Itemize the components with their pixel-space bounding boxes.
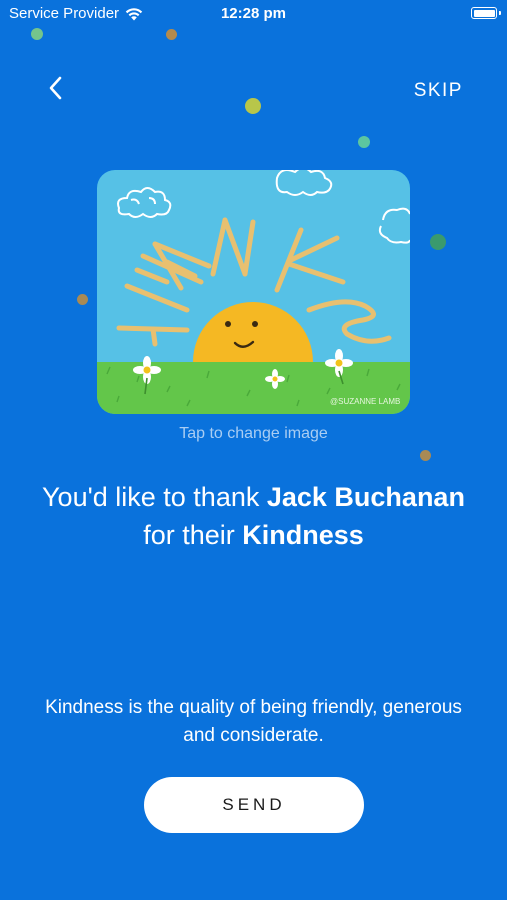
recipient-name: Jack Buchanan <box>266 482 465 512</box>
battery-icon <box>471 7 497 19</box>
confetti-dot <box>420 450 431 461</box>
back-button[interactable] <box>40 72 72 104</box>
confetti-dot <box>245 98 261 114</box>
confetti-dot <box>166 29 177 40</box>
chevron-left-icon <box>49 76 62 100</box>
artist-signature: @SUZANNE LAMB <box>330 397 400 406</box>
send-button[interactable]: SEND <box>144 777 364 833</box>
confetti-dot <box>430 234 446 250</box>
headline-text: You'd like to thank <box>42 482 267 512</box>
clock: 12:28 pm <box>220 5 287 22</box>
thank-you-screen: Service Provider 12:28 pm SKIP @SUZANNE … <box>0 0 507 900</box>
change-image-link[interactable]: Tap to change image <box>0 425 507 443</box>
confetti-dot <box>358 136 370 148</box>
thank-headline: You'd like to thank Jack Buchanan for th… <box>30 478 477 554</box>
thanks-card-image[interactable]: @SUZANNE LAMB <box>97 170 410 414</box>
confetti-dot <box>31 28 43 40</box>
confetti-dot <box>77 294 88 305</box>
headline-text: for their <box>143 520 243 550</box>
value-name: Kindness <box>242 520 364 550</box>
skip-button[interactable]: SKIP <box>414 80 463 102</box>
status-bar: Service Provider 12:28 pm <box>0 0 507 28</box>
value-description: Kindness is the quality of being friendl… <box>45 697 462 746</box>
battery-tip <box>499 11 501 15</box>
thanks-illustration: @SUZANNE LAMB <box>97 170 410 414</box>
